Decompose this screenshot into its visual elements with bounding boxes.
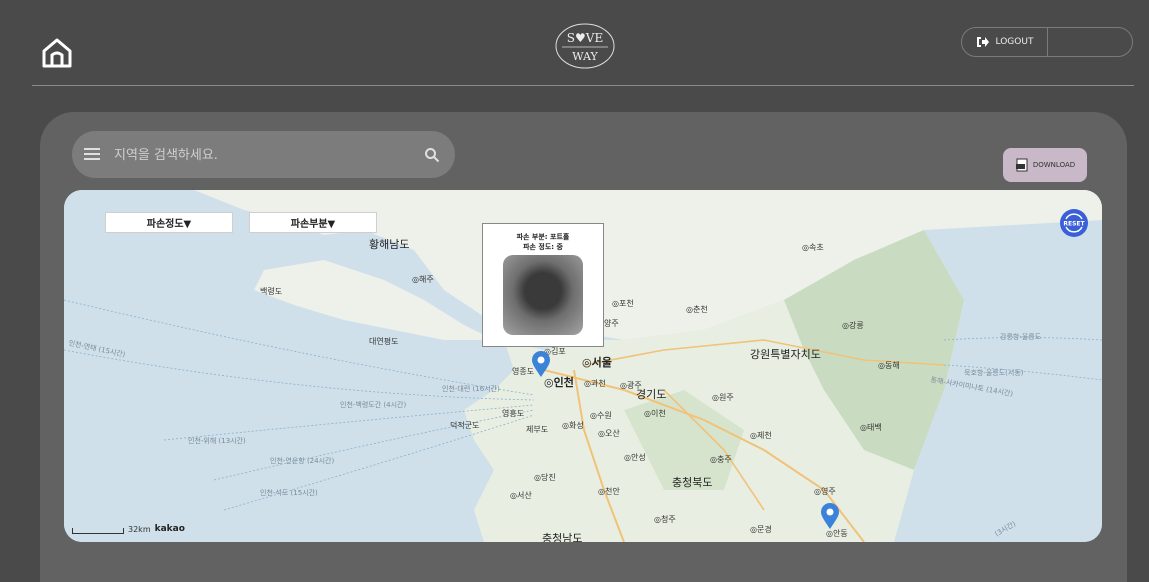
route-incheon-baengnyeong: 인천-백령도간 (4시간) bbox=[340, 401, 407, 409]
map-marker[interactable] bbox=[531, 350, 551, 378]
map-label-seosan: ◎서산 bbox=[510, 491, 532, 500]
map-label-icheon: ◎이천 bbox=[644, 409, 666, 418]
map-label-gwacheon: ◎과천 bbox=[584, 379, 606, 388]
map-label-gangwon: 강원특별자치도 bbox=[750, 348, 821, 361]
map-label-mungyeong: ◎문경 bbox=[750, 525, 772, 534]
popup-damage-level: 파손 정도: 중 bbox=[523, 243, 563, 251]
logout-group: LOGOUT bbox=[961, 27, 1133, 57]
download-button[interactable]: DOWNLOAD bbox=[1003, 148, 1087, 182]
map-pin-icon bbox=[532, 351, 550, 377]
map-label-dangjin: ◎당진 bbox=[534, 473, 556, 482]
search-input[interactable] bbox=[112, 143, 416, 167]
map-label-deokjeokdo: 덕적군도 bbox=[450, 421, 480, 430]
route-incheon-shidao: 인천-석도 (15시간) bbox=[260, 489, 318, 497]
top-bar: S♥VE WAY LOGOUT bbox=[0, 0, 1149, 86]
route-mukho-ulleung: 묵호항-울릉도(서동) bbox=[964, 369, 1024, 377]
map-label-sokcho: ◎속초 bbox=[802, 243, 824, 252]
reset-button[interactable]: RESET bbox=[1059, 208, 1089, 238]
map-scale: 32km kakao bbox=[72, 524, 185, 534]
map-label-hwanghae: 황해남도 bbox=[369, 238, 410, 251]
map-label-hwaseong: ◎화성 bbox=[562, 421, 584, 430]
map-label-daeyeonpyeong: 대연평도 bbox=[369, 337, 399, 346]
map-view[interactable]: 파손정도▼ 파손부분▼ 황해남도 ◎해주 백령도 대연평도 ◎김포 ◎서울 ◎인… bbox=[64, 190, 1102, 542]
damage-part-filter[interactable]: 파손부분▼ bbox=[249, 212, 377, 233]
map-label-pocheon: ◎포천 bbox=[612, 299, 634, 308]
scale-label: 32km bbox=[128, 525, 151, 534]
logo-line1: S♥VE bbox=[567, 31, 603, 45]
map-label-chungju: ◎충주 bbox=[710, 455, 732, 464]
route-gangneung-ulleung: 강릉항-울릉도 bbox=[1000, 333, 1042, 341]
map-marker[interactable] bbox=[820, 502, 840, 530]
map-label-suwon: ◎수원 bbox=[590, 411, 612, 420]
menu-icon[interactable] bbox=[84, 147, 100, 161]
map-label-wonju: ◎원주 bbox=[712, 393, 734, 402]
map-pin-icon bbox=[821, 503, 839, 529]
home-icon bbox=[42, 38, 72, 68]
map-label-anseong: ◎안성 bbox=[624, 453, 646, 462]
map-attribution: kakao bbox=[154, 524, 185, 534]
download-label: DOWNLOAD bbox=[1032, 161, 1076, 169]
map-label-jebudo: 제부도 bbox=[526, 425, 549, 434]
map-label-cheonan: ◎천안 bbox=[598, 487, 620, 496]
map-label-jecheon: ◎제천 bbox=[750, 431, 772, 440]
map-label-osan: ◎오산 bbox=[598, 429, 620, 438]
logout-label: LOGOUT bbox=[995, 37, 1034, 47]
logout-icon bbox=[976, 37, 989, 47]
reset-label: RESET bbox=[1063, 221, 1085, 228]
damage-popup: 파손 부분: 포트홀 파손 정도: 중 bbox=[482, 223, 604, 347]
logo-line2: WAY bbox=[572, 50, 598, 63]
search-bar bbox=[72, 131, 455, 178]
map-label-cheongju: ◎청주 bbox=[654, 515, 676, 524]
map-label-gyeonggi: 경기도 bbox=[636, 388, 667, 401]
map-label-chuncheon: ◎춘천 bbox=[686, 305, 708, 314]
logo-mark: S♥VE WAY bbox=[555, 23, 615, 69]
scale-bar bbox=[72, 528, 124, 534]
route-incheon-weihai: 인천-위해 (13시간) bbox=[188, 437, 246, 445]
popup-damage-part: 파손 부분: 포트홀 bbox=[516, 233, 570, 241]
map-label-haeju: ◎해주 bbox=[412, 275, 434, 284]
logo[interactable]: S♥VE WAY bbox=[554, 22, 616, 70]
damage-photo bbox=[503, 255, 583, 335]
home-button[interactable] bbox=[40, 36, 74, 70]
map-label-yeongheungdo: 영흥도 bbox=[502, 409, 525, 418]
route-incheon-daejeon: 인천-대련 (16시간) bbox=[442, 385, 500, 393]
header-divider bbox=[32, 85, 1134, 86]
route-incheon-lianyungang: 인천-연운항 (24시간) bbox=[270, 457, 335, 465]
map-label-chungnam: 충청남도 bbox=[542, 532, 583, 542]
map-label-yangju: 양주 bbox=[604, 319, 619, 328]
logout-button[interactable]: LOGOUT bbox=[962, 28, 1048, 56]
excel-file-icon bbox=[1015, 158, 1028, 172]
map-label-gangneung: ◎강릉 bbox=[842, 321, 864, 330]
map-label-baengnyeong: 백령도 bbox=[260, 287, 283, 296]
search-icon[interactable] bbox=[424, 147, 440, 163]
map-label-donghae: ◎동해 bbox=[878, 361, 900, 370]
map-label-chungbuk: 충청북도 bbox=[672, 476, 713, 489]
refresh-icon: RESET bbox=[1060, 209, 1088, 237]
map-label-seoul: ◎서울 bbox=[582, 356, 612, 369]
damage-level-filter[interactable]: 파손정도▼ bbox=[105, 212, 233, 233]
map-label-taebaek: ◎태백 bbox=[860, 423, 882, 432]
map-label-yeongju: ◎영주 bbox=[814, 487, 836, 496]
